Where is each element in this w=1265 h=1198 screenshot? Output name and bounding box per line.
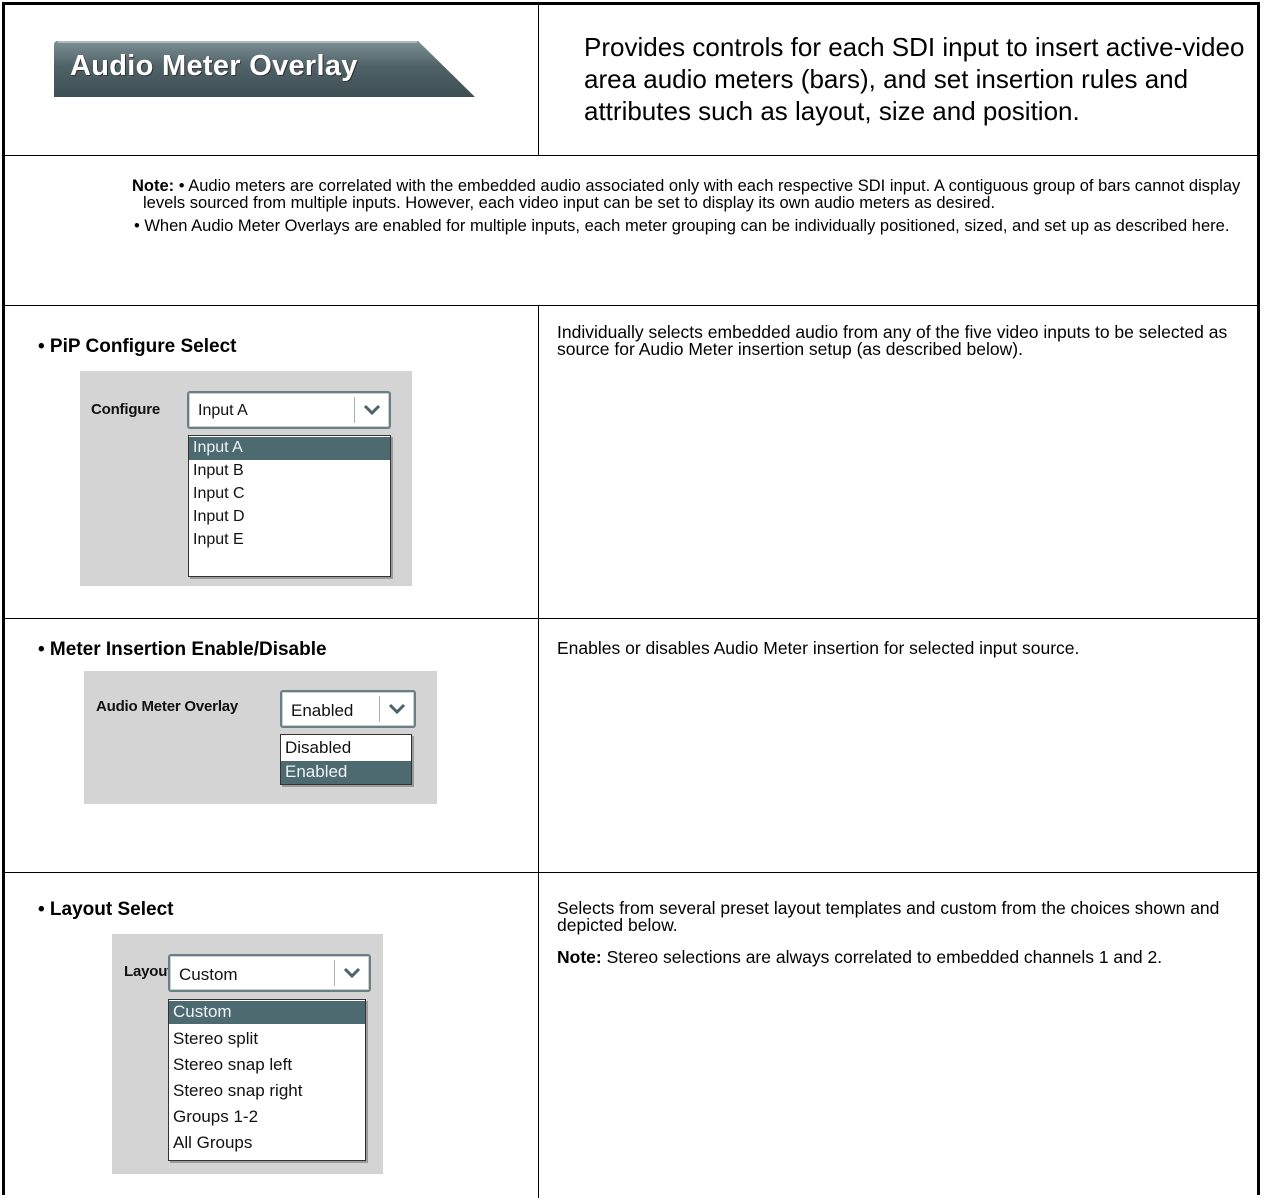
row-divider (5, 155, 1257, 156)
note-bullet-1: • Audio meters are correlated with the e… (143, 177, 1241, 212)
option-stereo-split[interactable]: Stereo split (169, 1028, 365, 1051)
section-title-configure: • PiP Configure Select (38, 336, 237, 357)
combo-separator (379, 696, 380, 722)
configure-select[interactable]: Input A (187, 391, 391, 429)
chevron-down-icon[interactable] (337, 956, 367, 990)
option-input-c[interactable]: Input C (189, 483, 390, 506)
section-description-meter-insertion: Enables or disables Audio Meter insertio… (557, 638, 1080, 658)
note-block: Note: • Audio meters are correlated with… (64, 178, 1244, 235)
overlay-options-list: Disabled Enabled (280, 734, 412, 785)
option-input-b[interactable]: Input B (189, 460, 390, 483)
combo-separator (354, 397, 355, 423)
configure-panel: Configure Input A Input A Input B Input … (80, 371, 412, 586)
note-bullet-2: • When Audio Meter Overlays are enabled … (134, 217, 1230, 235)
layout-select-value: Custom (179, 965, 238, 984)
configure-label: Configure (91, 401, 161, 418)
overlay-select[interactable]: Enabled (280, 690, 416, 728)
overlay-label: Audio Meter Overlay (96, 698, 239, 715)
chevron-down-icon[interactable] (382, 692, 412, 726)
overlay-select-value: Enabled (291, 701, 354, 720)
configure-select-value: Input A (198, 402, 248, 419)
header-description: Provides controls for each SDI input to … (584, 32, 1245, 126)
chevron-down-icon[interactable] (357, 393, 387, 427)
combo-separator (334, 960, 335, 986)
layout-note-text: Stereo selections are always correlated … (606, 947, 1163, 967)
section-title-meter-insertion: • Meter Insertion Enable/Disable (38, 639, 327, 660)
column-divider (538, 5, 539, 155)
row-divider (5, 618, 1257, 619)
section-description-configure: Individually selects embedded audio from… (557, 322, 1228, 359)
section-title-layout: • Layout Select (38, 899, 174, 920)
option-groups-1-2[interactable]: Groups 1-2 (169, 1106, 365, 1129)
note-label: Note: (132, 177, 175, 195)
option-input-e[interactable]: Input E (189, 529, 390, 552)
option-input-a[interactable]: Input A (189, 437, 390, 460)
layout-note: Note: Stereo selections are always corre… (557, 947, 1247, 967)
layout-note-label: Note: (557, 947, 602, 967)
layout-select[interactable]: Custom (168, 954, 371, 992)
section-tab-label: Audio Meter Overlay (70, 50, 358, 82)
option-stereo-snap-right[interactable]: Stereo snap right (169, 1080, 365, 1103)
option-input-d[interactable]: Input D (189, 506, 390, 529)
option-enabled[interactable]: Enabled (281, 761, 411, 784)
layout-panel: Layout Custom Custom Stereo split Stereo… (112, 934, 383, 1174)
row-divider (5, 305, 1257, 306)
option-all-groups[interactable]: All Groups (169, 1132, 365, 1155)
row-divider (5, 872, 1257, 873)
section-description-layout: Selects from several preset layout templ… (557, 898, 1220, 935)
configure-options-list: Input A Input B Input C Input D Input E (188, 435, 391, 577)
option-disabled[interactable]: Disabled (281, 737, 411, 760)
option-custom[interactable]: Custom (169, 1001, 365, 1024)
overlay-panel: Audio Meter Overlay Enabled Disabled Ena… (84, 671, 437, 804)
section-tab: Audio Meter Overlay (54, 41, 475, 97)
layout-options-list: Custom Stereo split Stereo snap left Ste… (168, 999, 366, 1161)
layout-label: Layout (124, 963, 172, 980)
column-divider (538, 305, 539, 1198)
option-stereo-snap-left[interactable]: Stereo snap left (169, 1054, 365, 1077)
